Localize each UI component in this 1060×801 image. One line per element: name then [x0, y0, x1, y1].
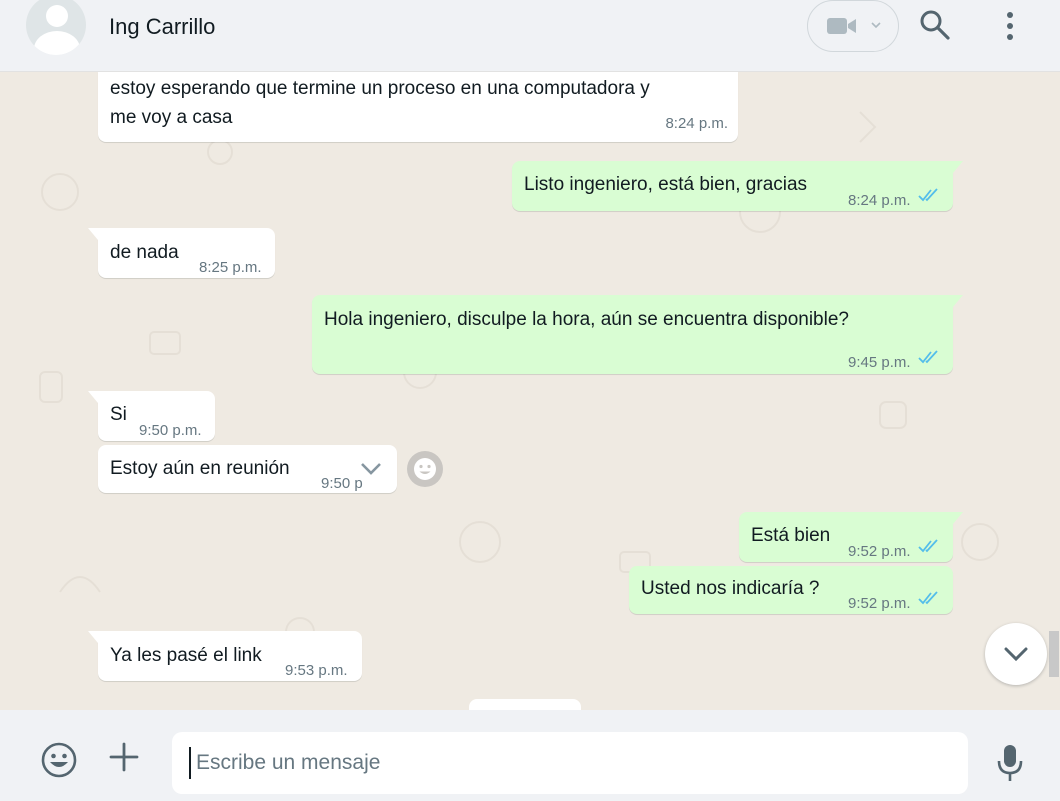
microphone-icon [997, 745, 1023, 781]
smiley-icon [41, 742, 77, 778]
smiley-icon [414, 458, 436, 480]
search-button[interactable] [918, 8, 952, 42]
message-time: 9:53 p.m. [285, 662, 348, 679]
voice-message-button[interactable] [996, 743, 1024, 788]
message-time: 9:50 p [321, 475, 363, 492]
message-outgoing[interactable]: Hola ingeniero, disculpe la hora, aún se… [312, 295, 963, 374]
message-time: 9:50 p.m. [139, 422, 202, 439]
message-text: Hola ingeniero, disculpe la hora, aún se… [324, 309, 849, 330]
attach-button[interactable] [108, 741, 140, 778]
message-time: 9:52 p.m. [848, 543, 911, 560]
text-caret [189, 747, 191, 779]
message-text: Ya les pasé el link [110, 645, 262, 666]
avatar[interactable] [26, 0, 86, 55]
chevron-down-icon [871, 22, 881, 29]
message-text: Usted nos indicaría ? [641, 578, 820, 599]
message-incoming[interactable]: Ya les pasé el link 9:53 p.m. [88, 631, 362, 681]
scroll-to-bottom-button[interactable] [985, 623, 1047, 685]
emoji-button[interactable] [40, 741, 78, 784]
chat-header: Ing Carrillo [0, 0, 1060, 72]
message-time: 8:25 p.m. [199, 259, 262, 276]
message-incoming[interactable]: estoy esperando que termine un proceso e… [98, 72, 738, 142]
search-icon [920, 10, 950, 40]
message-text: Listo ingeniero, está bien, gracias [524, 174, 808, 195]
message-time: 9:45 p.m. [848, 354, 911, 371]
video-call-icon [827, 18, 856, 34]
message-time: 9:52 p.m. [848, 595, 911, 612]
chevron-down-icon [1004, 647, 1028, 662]
double-check-icon [918, 539, 938, 553]
message-time: 8:24 p.m. [665, 115, 728, 132]
message-incoming[interactable]: Si 9:50 p.m. [88, 391, 215, 441]
message-text: Estoy aún en reunión [110, 458, 290, 479]
double-check-icon [918, 350, 938, 364]
contact-name[interactable]: Ing Carrillo [109, 14, 215, 40]
message-outgoing[interactable]: Listo ingeniero, está bien, gracias 8:24… [512, 161, 963, 211]
double-check-icon [918, 188, 938, 202]
composer-bar [0, 710, 1060, 801]
message-text-line: estoy esperando que termine un proceso e… [110, 78, 650, 99]
menu-button[interactable] [995, 8, 1025, 44]
message-time: 8:24 p.m. [848, 192, 911, 209]
react-emoji-button[interactable] [407, 451, 443, 487]
message-text: Está bien [751, 525, 831, 546]
message-text: Si [110, 404, 127, 425]
date-chip [469, 699, 581, 710]
message-input[interactable] [172, 732, 968, 794]
message-text: de nada [110, 242, 179, 263]
message-text-line: me voy a casa [110, 107, 233, 128]
double-check-icon [918, 591, 938, 605]
video-call-button[interactable] [807, 0, 899, 52]
message-outgoing[interactable]: Está bien 9:52 p.m. [739, 512, 963, 562]
message-incoming[interactable]: de nada 8:25 p.m. [88, 228, 275, 278]
more-vert-icon [1007, 12, 1013, 40]
message-menu-chevron-icon[interactable] [358, 461, 384, 477]
scrollbar[interactable] [1049, 631, 1059, 677]
message-outgoing[interactable]: Usted nos indicaría ? 9:52 p.m. [629, 566, 953, 614]
message-list[interactable]: estoy esperando que termine un proceso e… [0, 72, 1060, 710]
plus-icon [109, 742, 139, 772]
message-incoming[interactable]: Estoy aún en reunión 9:50 p [98, 445, 397, 493]
